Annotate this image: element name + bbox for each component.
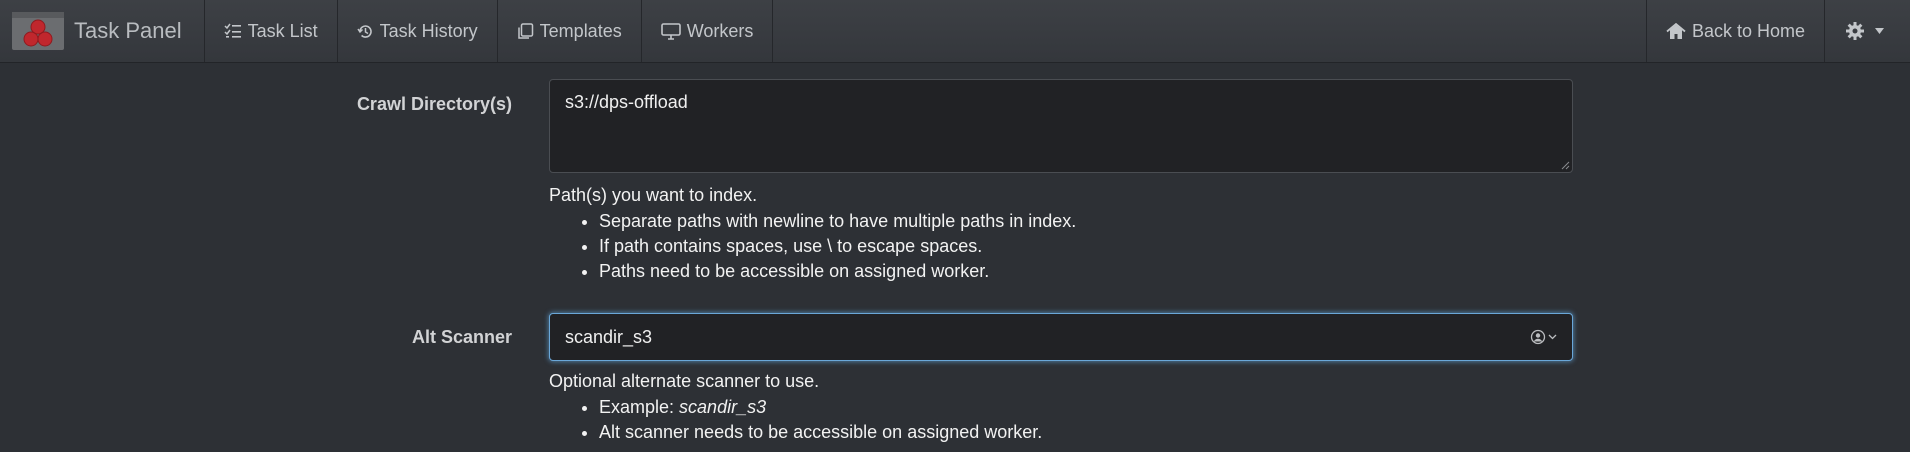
resize-handle-icon[interactable] (1560, 160, 1570, 170)
top-navbar: Task Panel Task List Task History Templa… (0, 0, 1910, 63)
list-item: Alt scanner needs to be accessible on as… (599, 420, 1042, 445)
nav-workers[interactable]: Workers (642, 0, 774, 62)
nav-label: Task List (247, 20, 318, 41)
alt-scanner-label: Alt Scanner (411, 327, 512, 347)
nav-label: Templates (539, 20, 622, 41)
list-item: If path contains spaces, use \ to escape… (599, 234, 1076, 259)
caret-down-icon (1875, 28, 1884, 34)
crawl-directory-textarea[interactable]: s3://dps-offload (549, 79, 1573, 173)
brand-logo-icon (12, 12, 64, 50)
crawl-help-list: Separate paths with newline to have mult… (549, 209, 1076, 284)
autofill-dropdown-icon[interactable] (1530, 329, 1557, 345)
nav-task-list[interactable]: Task List (205, 0, 338, 62)
crawl-directory-value: s3://dps-offload (565, 92, 688, 112)
nav-label: Workers (686, 20, 754, 41)
list-item: Example: scandir_s3 (599, 395, 1042, 420)
nav-templates[interactable]: Templates (498, 0, 642, 62)
navbar-right: Back to Home (1645, 0, 1910, 62)
nav-label: Back to Home (1691, 20, 1805, 41)
list-item: Separate paths with newline to have mult… (599, 209, 1076, 234)
home-icon (1666, 22, 1686, 40)
nav-task-history[interactable]: Task History (338, 0, 498, 62)
alt-scanner-input[interactable]: scandir_s3 (549, 313, 1573, 361)
settings-dropdown[interactable] (1824, 0, 1910, 62)
crawl-directory-help: Path(s) you want to index. Separate path… (549, 183, 1076, 284)
history-icon (357, 23, 374, 40)
example-prefix: Example: (599, 397, 680, 417)
desktop-icon (660, 22, 681, 40)
list-item: Paths need to be accessible on assigned … (599, 259, 1076, 284)
crawl-help-lead: Path(s) you want to index. (549, 185, 758, 205)
list-check-icon (224, 23, 242, 39)
back-to-home-link[interactable]: Back to Home (1645, 0, 1824, 62)
crawl-directory-label: Crawl Directory(s) (356, 94, 512, 114)
gear-icon (1845, 21, 1865, 41)
copy-icon (517, 22, 534, 40)
example-value: scandir_s3 (679, 397, 767, 417)
nav-label: Task History (379, 20, 478, 41)
alt-scanner-value: scandir_s3 (565, 326, 653, 347)
brand-title: Task Panel (74, 18, 182, 43)
alt-scanner-help-list: Example: scandir_s3 Alt scanner needs to… (549, 395, 1042, 445)
alt-scanner-help-lead: Optional alternate scanner to use. (549, 371, 820, 391)
alt-scanner-help: Optional alternate scanner to use. Examp… (549, 369, 1042, 445)
brand[interactable]: Task Panel (0, 0, 205, 62)
